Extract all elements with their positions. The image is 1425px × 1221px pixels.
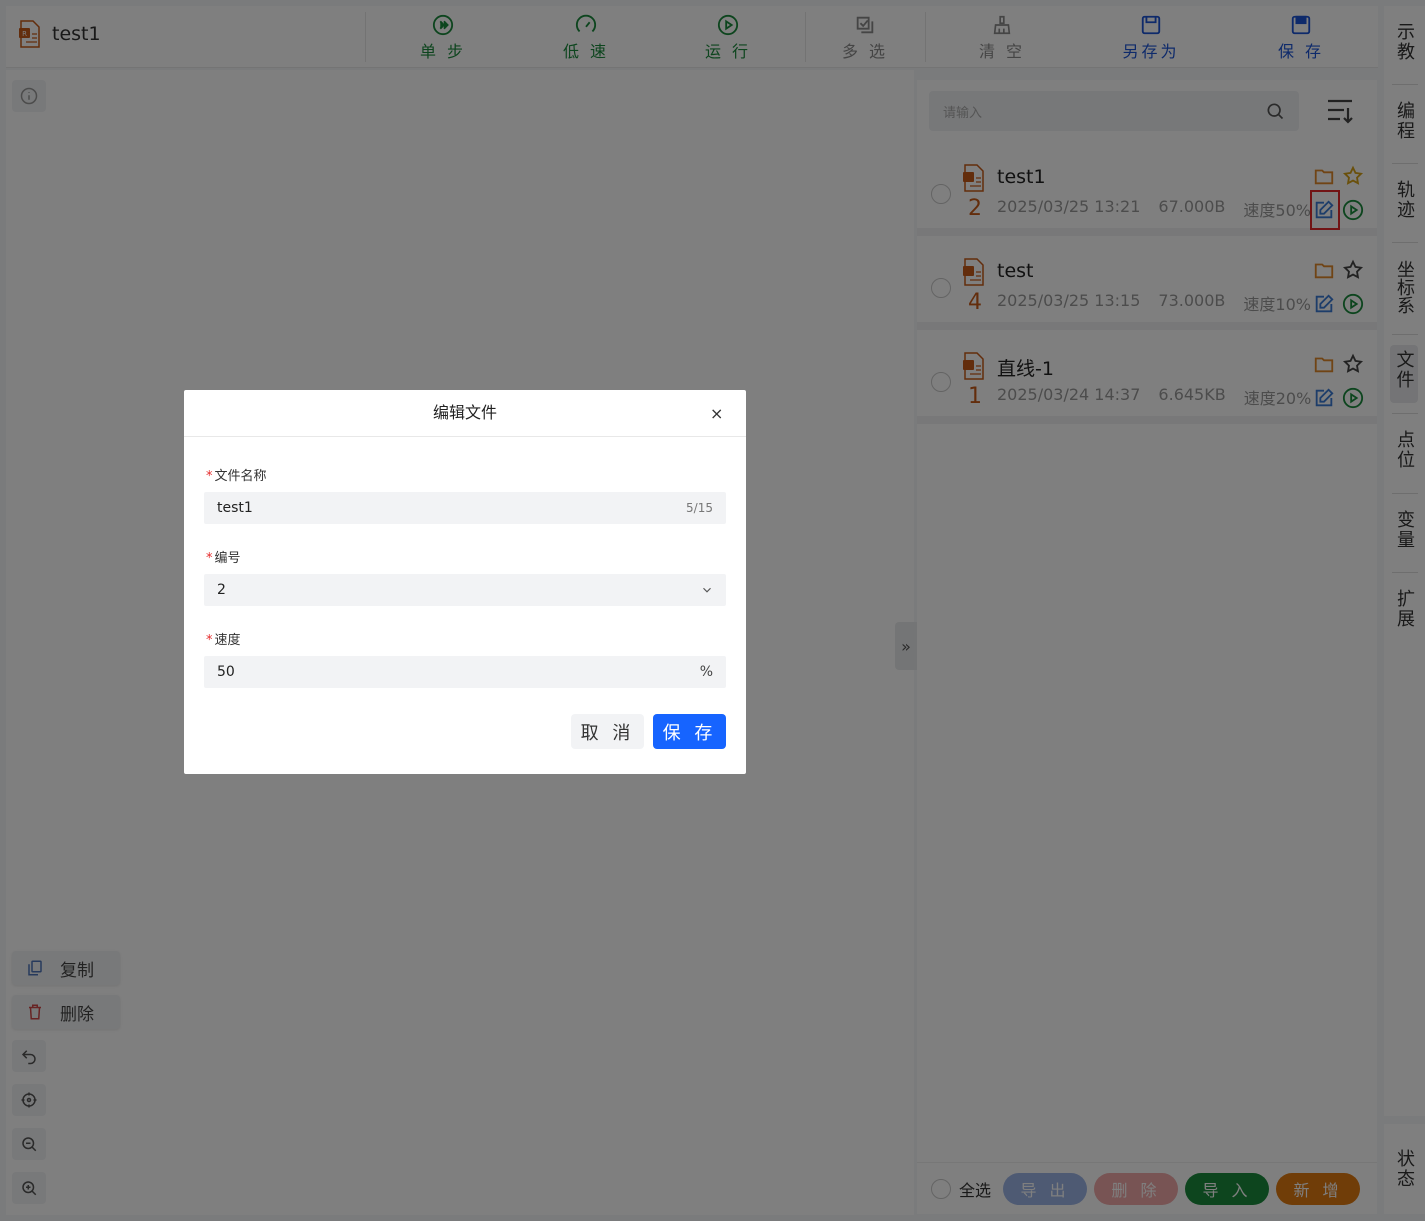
cancel-label: 取 消 [580,722,635,744]
speed-input[interactable]: 50 % [204,656,726,688]
file-name-label-text: 文件名称 [214,469,267,484]
file-name-value: test1 [217,500,253,516]
file-name-input[interactable]: test1 5/15 [204,492,726,524]
number-label: * 编号 [206,547,241,566]
dialog-save-button[interactable]: 保 存 [653,714,726,749]
chevron-down-icon [703,587,711,593]
number-select[interactable]: 2 [204,574,726,606]
speed-label: * 速度 [206,629,241,648]
number-value: 2 [217,582,226,598]
required-asterisk: * [206,551,213,566]
file-name-label: * 文件名称 [206,465,267,484]
required-asterisk: * [206,633,213,648]
char-counter: 5/15 [686,501,713,515]
speed-label-text: 速度 [214,633,241,648]
dialog-save-label: 保 存 [662,722,717,744]
number-label-text: 编号 [214,551,241,566]
required-asterisk: * [206,469,213,484]
speed-unit: % [699,664,713,680]
cancel-button[interactable]: 取 消 [571,714,644,749]
edit-file-dialog: 编辑文件 × * 文件名称 test1 5/15 * 编号 2 * 速度 50 % 取… [184,390,746,774]
dialog-title: 编辑文件 [184,390,746,437]
speed-value: 50 [217,664,235,680]
close-icon[interactable]: × [710,404,728,423]
